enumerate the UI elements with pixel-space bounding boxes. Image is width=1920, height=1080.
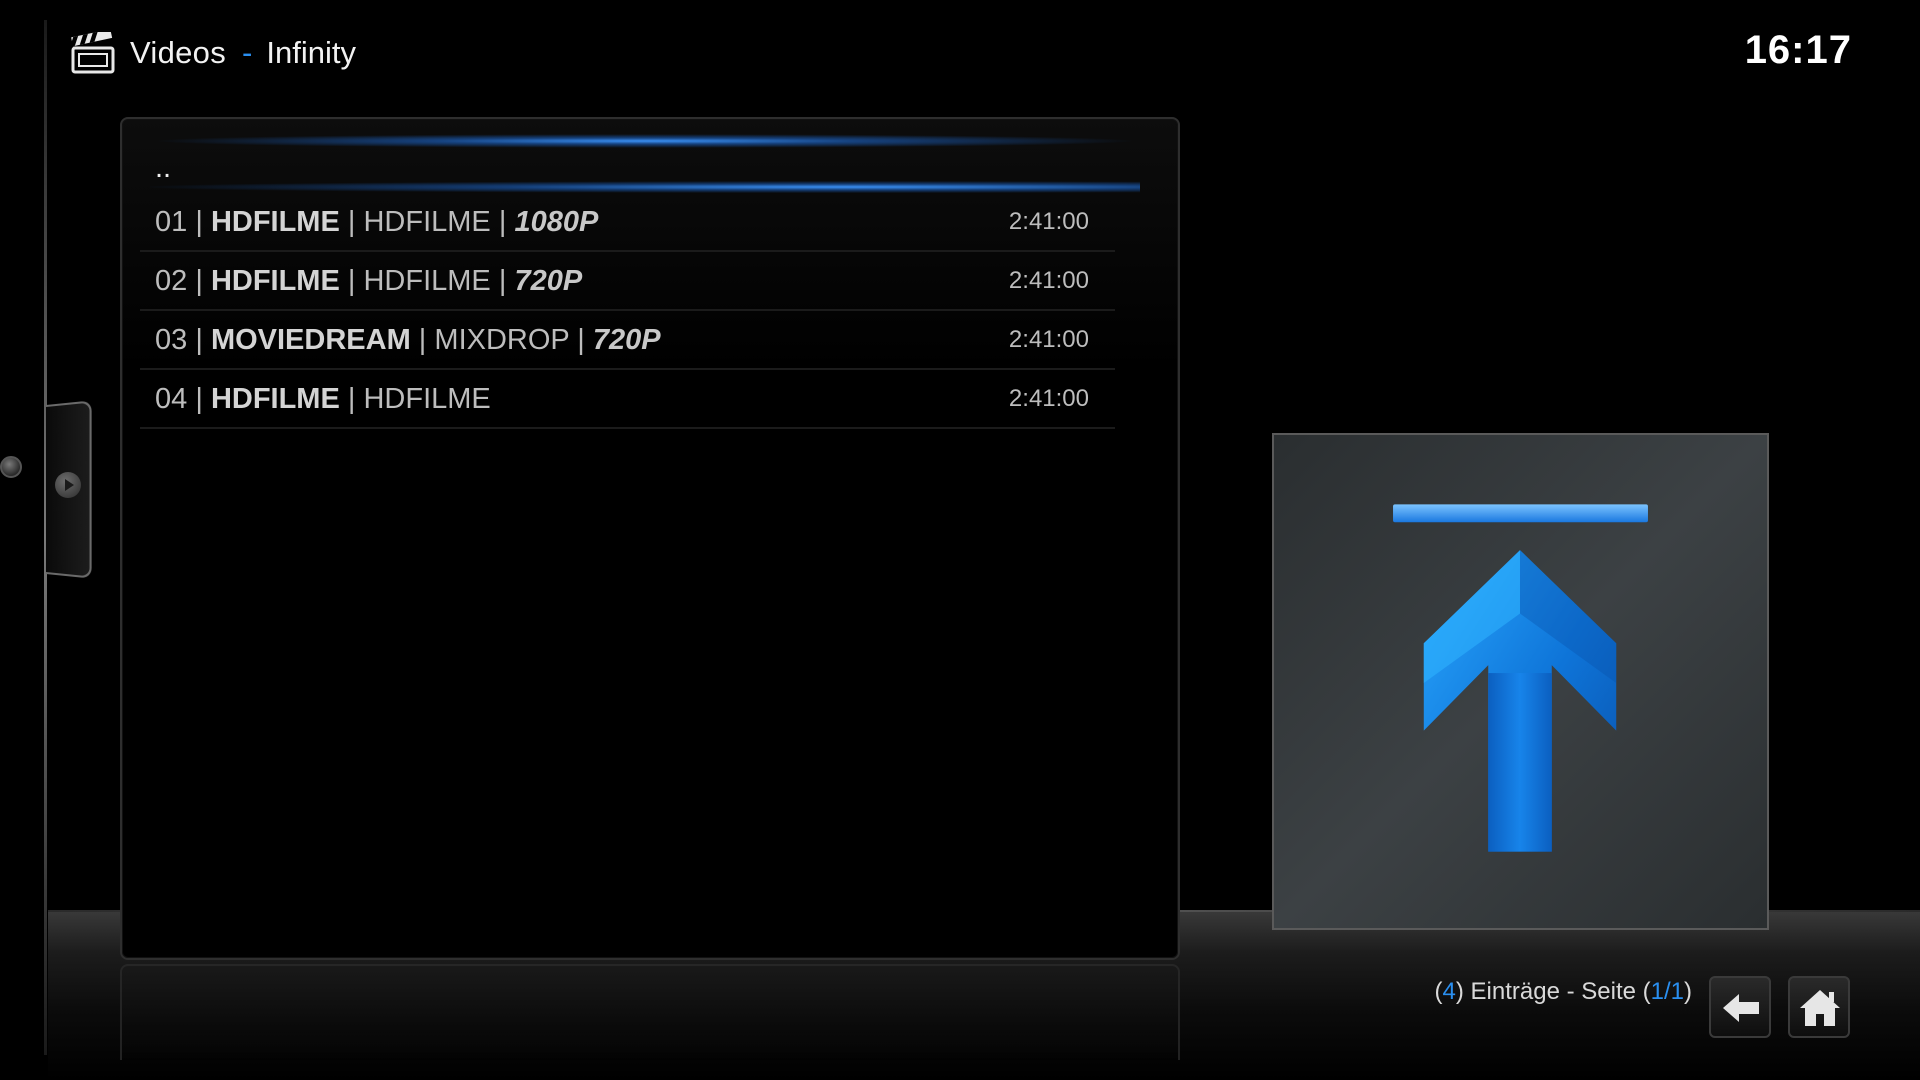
list-item[interactable]: 04 | HDFILME | HDFILME 2:41:00 <box>140 371 1115 429</box>
item-separator: | <box>195 265 203 297</box>
item-number: 04 <box>155 383 188 415</box>
item-duration: 2:41:00 <box>1008 385 1089 412</box>
item-quality: 720P <box>592 324 661 356</box>
close-paren: ) <box>1684 978 1692 1005</box>
item-source: HDFILME <box>210 206 340 238</box>
list-panel-reflection <box>120 964 1180 1060</box>
item-source: MOVIEDREAM <box>210 324 411 356</box>
kodi-screen: Videos - Infinity 16:17 .. 01 | HDFILME … <box>0 0 1920 1080</box>
addon-name: Infinity <box>266 35 356 70</box>
list-item[interactable]: 03 | MOVIEDREAM | MIXDROP | 720P 2:41:00 <box>140 312 1115 370</box>
title-separator: - <box>242 35 253 70</box>
folder-up-arrow-icon <box>1393 504 1648 852</box>
clock: 16:17 <box>1744 28 1852 72</box>
back-arrow-icon <box>1723 994 1759 1022</box>
item-quality: 720P <box>514 265 583 297</box>
item-separator: | <box>195 324 203 356</box>
item-host: MIXDROP <box>434 324 570 356</box>
item-host: HDFILME <box>363 206 491 238</box>
back-button[interactable] <box>1709 976 1771 1038</box>
item-separator: | <box>347 206 356 238</box>
list-item[interactable]: 01 | HDFILME | HDFILME | 1080P 2:41:00 <box>140 194 1115 252</box>
header: Videos - Infinity <box>70 28 356 78</box>
item-source: HDFILME <box>210 265 340 297</box>
item-duration: 2:41:00 <box>1008 267 1089 294</box>
page-number: 1/1 <box>1650 978 1684 1005</box>
page-info: (4) Einträge - Seite (1/1) <box>1435 978 1692 1006</box>
home-button[interactable] <box>1788 976 1850 1038</box>
item-number: 03 <box>155 324 188 356</box>
item-source: HDFILME <box>210 383 340 415</box>
item-separator: | <box>498 265 507 297</box>
item-count: 4 <box>1442 978 1456 1005</box>
side-knob-icon <box>0 456 22 478</box>
folder-thumbnail <box>1272 433 1769 930</box>
stream-list: .. 01 | HDFILME | HDFILME | 1080P 2:41:0… <box>140 143 1115 430</box>
open-paren: ( <box>1434 978 1443 1005</box>
item-separator: | <box>577 324 585 356</box>
item-duration: 2:41:00 <box>1008 208 1089 235</box>
item-separator: | <box>347 265 356 297</box>
item-separator: | <box>498 206 507 238</box>
parent-folder-item[interactable]: .. <box>140 143 1115 193</box>
list-item[interactable]: 02 | HDFILME | HDFILME | 720P 2:41:00 <box>140 253 1115 311</box>
window-title: Videos <box>130 35 227 70</box>
item-number: 01 <box>155 206 188 238</box>
side-menu-arrow-icon[interactable] <box>55 472 81 498</box>
entries-label: ) Einträge - Seite ( <box>1455 978 1651 1005</box>
parent-folder-label: .. <box>155 152 172 184</box>
item-separator: | <box>418 324 427 356</box>
item-separator: | <box>347 383 356 415</box>
clapperboard-icon <box>70 32 115 74</box>
item-duration: 2:41:00 <box>1008 326 1089 353</box>
home-icon <box>1800 990 1840 1026</box>
item-number: 02 <box>155 265 188 297</box>
item-separator: | <box>195 383 203 415</box>
item-host: HDFILME <box>363 383 491 415</box>
item-quality: 1080P <box>514 206 599 238</box>
item-host: HDFILME <box>363 265 491 297</box>
item-separator: | <box>195 206 203 238</box>
